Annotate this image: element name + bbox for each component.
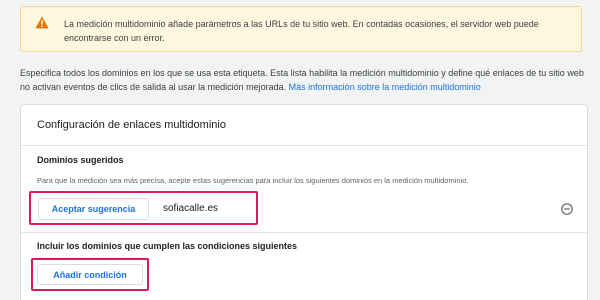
suggested-domains-description: Para que la medición sea más precisa, ac… [37, 176, 469, 185]
card-header-divider [21, 145, 587, 146]
intro-paragraph: Especifica todos los dominios en los que… [20, 66, 590, 94]
section-divider [21, 232, 587, 233]
cross-domain-config-card: Configuración de enlaces multidominio Do… [20, 104, 588, 300]
conditions-title: Incluir los dominios que cumplen las con… [37, 241, 298, 251]
learn-more-link[interactable]: Más información sobre la medición multid… [289, 82, 481, 92]
suggested-domain: sofiacalle.es [163, 203, 219, 214]
warning-triangle-icon [35, 16, 49, 29]
suggested-domains-title: Dominios sugeridos [37, 155, 124, 165]
accept-suggestion-button[interactable]: Aceptar sugerencia [38, 198, 149, 220]
remove-circle-icon[interactable] [561, 203, 573, 215]
card-title: Configuración de enlaces multidominio [37, 119, 226, 131]
add-condition-button[interactable]: Añadir condición [37, 264, 143, 285]
warning-text: La medición multidominio añade parámetro… [64, 19, 539, 43]
warning-banner: La medición multidominio añade parámetro… [20, 6, 582, 52]
